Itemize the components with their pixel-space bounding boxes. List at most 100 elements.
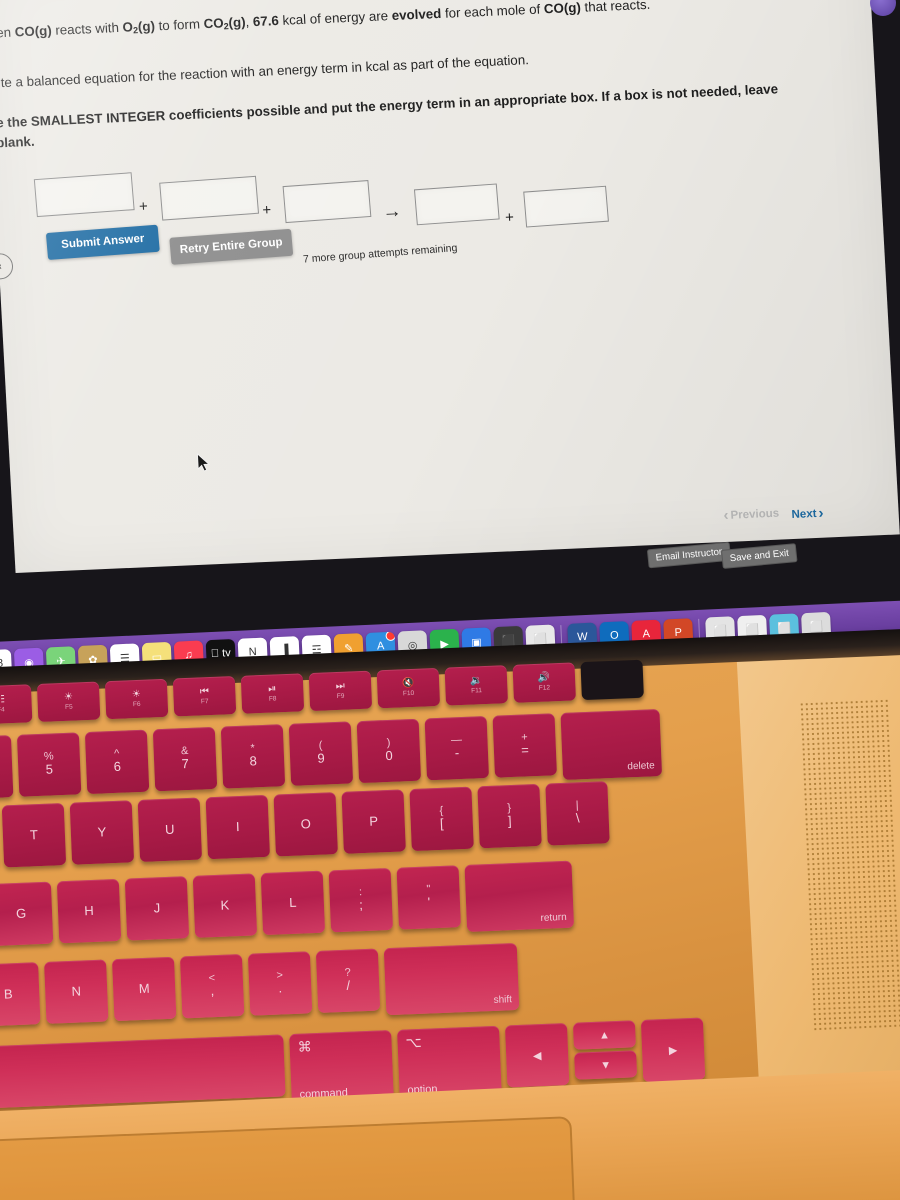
keyboard-home-row: DFGHJKL:;"'return xyxy=(0,860,575,957)
key-arrow-left[interactable]: ◀ xyxy=(504,1023,570,1088)
key-4[interactable]: $4 xyxy=(0,735,14,800)
key-quote-label: ' xyxy=(427,894,431,910)
key-7-shift-label: & xyxy=(180,745,189,758)
key-0[interactable]: ) 0 xyxy=(356,718,422,784)
key-8[interactable]: * 8 xyxy=(220,724,286,789)
key-i-label: I xyxy=(235,818,240,834)
key-o[interactable]: O xyxy=(273,792,338,857)
key-h[interactable]: H xyxy=(56,878,122,944)
q1-a: When xyxy=(0,24,12,42)
key-f10-glyph: 🔇 xyxy=(401,677,415,690)
key-k[interactable]: K xyxy=(192,873,258,938)
key-f12-glyph: 🔊 xyxy=(537,672,551,684)
key-i[interactable]: I xyxy=(205,794,271,860)
key-semicolon[interactable]: :; xyxy=(328,867,394,933)
sidebar-collapse-handle[interactable]: ‹ xyxy=(0,252,15,281)
question-line-4: it blank. xyxy=(0,132,35,153)
key-period-shift-label: > xyxy=(276,969,284,982)
key-bracket-left-shift-label: { xyxy=(439,804,444,817)
key-f4[interactable]: ☷ F4 xyxy=(0,684,33,725)
key-f12[interactable]: 🔊 F12 xyxy=(512,662,576,703)
key-arrow-up[interactable]: ▲ xyxy=(572,1020,636,1050)
keyboard-bottom-letter-row: CVBNM<,>.?/shift xyxy=(0,942,520,1037)
key-m-label: M xyxy=(138,980,150,996)
key-shift-right[interactable]: shift xyxy=(383,942,520,1016)
key-quote-shift-label: " xyxy=(426,883,431,896)
q1-e: kcal of energy are xyxy=(278,8,393,28)
key-f6[interactable]: ☀ F6 xyxy=(104,678,169,720)
key-backslash[interactable]: | \ xyxy=(545,781,610,846)
key-j[interactable]: J xyxy=(124,876,190,941)
key-semicolon-shift-label: : xyxy=(358,886,363,899)
key-9[interactable]: (9 xyxy=(288,721,354,786)
key-f11-fn-label: F11 xyxy=(471,687,483,695)
key-period-label: . xyxy=(278,980,283,996)
key-arrow-down[interactable]: ▼ xyxy=(574,1050,638,1080)
key-slash[interactable]: ? / xyxy=(315,948,381,1013)
key-f10-fn-label: F10 xyxy=(402,689,415,698)
key-g[interactable]: G xyxy=(0,881,54,947)
key-p-label: P xyxy=(368,812,379,829)
key-f9-fn-label: F9 xyxy=(336,692,345,700)
key-n[interactable]: N xyxy=(44,959,109,1024)
key-equal[interactable]: + = xyxy=(492,713,557,778)
key-p[interactable]: P xyxy=(341,789,406,854)
equation-plus-3: + xyxy=(504,208,515,227)
key-f9[interactable]: ⏭ F9 xyxy=(308,670,373,712)
key-bracket-right-shift-label: } xyxy=(507,802,512,815)
key-l[interactable]: L xyxy=(260,870,326,936)
key-6[interactable]: ^ 6 xyxy=(84,729,150,795)
key-6-label: 6 xyxy=(113,758,122,775)
key-b[interactable]: B xyxy=(0,962,41,1027)
key-backslash-shift-label: | xyxy=(575,799,579,812)
key-quote[interactable]: " ' xyxy=(396,865,461,930)
key-f7-fn-label: F7 xyxy=(200,698,209,706)
chevron-right-icon: › xyxy=(818,504,824,522)
key-y[interactable]: Y xyxy=(69,800,135,865)
next-button[interactable]: Next › xyxy=(791,504,824,522)
retry-entire-group-button[interactable]: Retry Entire Group xyxy=(169,228,294,265)
key-f11-glyph: 🔉 xyxy=(469,675,483,687)
key-minus[interactable]: — - xyxy=(424,715,490,781)
key-touchid[interactable] xyxy=(580,659,644,701)
equation-arrow: → xyxy=(382,200,403,223)
key-0-label: 0 xyxy=(385,747,393,764)
previous-button[interactable]: ‹ Previous xyxy=(723,506,779,524)
equation-input-product-2[interactable] xyxy=(523,185,609,228)
photograph-of-macbook: [Review Topics] [References] Use the Ref… xyxy=(0,0,900,1200)
key-return[interactable]: return xyxy=(464,860,575,932)
key-bracket-right[interactable]: }] xyxy=(477,783,542,849)
key-bracket-right-label: ] xyxy=(507,813,512,829)
equation-plus-2: + xyxy=(261,201,272,219)
equation-input-reactant-1[interactable] xyxy=(33,172,135,218)
key-t[interactable]: T xyxy=(1,803,67,868)
key-f10[interactable]: 🔇 F10 xyxy=(376,667,441,709)
equation-input-reactant-3[interactable] xyxy=(282,180,372,224)
key-u[interactable]: U xyxy=(137,797,203,863)
key-g-label: G xyxy=(15,905,27,921)
equation-input-product-1[interactable] xyxy=(413,183,500,226)
q1-o2: O xyxy=(122,19,134,35)
attempts-remaining-text: 7 more group attempts remaining xyxy=(302,241,458,266)
key-bracket-left[interactable]: {[ xyxy=(409,786,474,852)
key-f5[interactable]: ☀ F5 xyxy=(36,681,101,722)
key-delete[interactable]: delete xyxy=(560,709,663,780)
key-period[interactable]: >. xyxy=(247,951,313,1016)
q1-g: that reacts. xyxy=(580,0,651,15)
submit-answer-button[interactable]: Submit Answer xyxy=(45,224,160,261)
key-m[interactable]: M xyxy=(111,956,177,1022)
key-minus-shift-label: — xyxy=(450,734,463,747)
key-y-label: Y xyxy=(97,823,107,840)
key-5[interactable]: % 5 xyxy=(16,732,82,797)
key-f8[interactable]: ⏯ F8 xyxy=(240,673,305,714)
key-arrow-right[interactable]: ▶ xyxy=(640,1017,706,1082)
dock-badge xyxy=(385,631,396,641)
key-f5-fn-label: F5 xyxy=(64,703,73,711)
key-f11[interactable]: 🔉 F11 xyxy=(444,665,509,706)
key-5-shift-label: % xyxy=(43,750,54,763)
key-f7[interactable]: ⏮ F7 xyxy=(172,676,237,717)
key-7[interactable]: & 7 xyxy=(152,726,218,792)
key-f12-fn-label: F12 xyxy=(538,684,551,692)
key-comma[interactable]: <, xyxy=(179,953,245,1019)
equation-input-reactant-2[interactable] xyxy=(159,175,260,221)
